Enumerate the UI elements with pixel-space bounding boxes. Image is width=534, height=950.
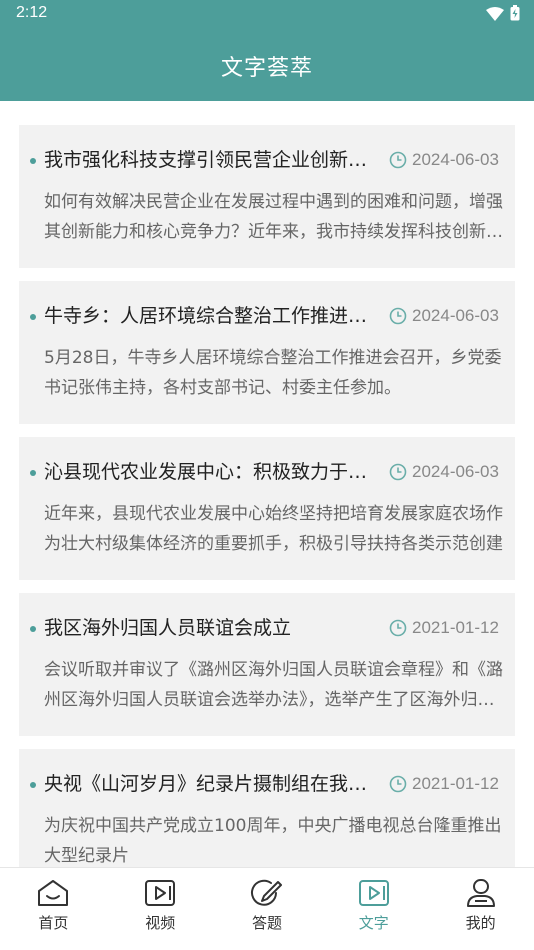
article-date: 2024-06-03 [412,306,499,325]
bullet-dot [30,470,36,476]
article-date: 2021-01-12 [412,774,499,793]
tab-label: 首页 [38,914,69,932]
article-summary: 会议听取并审议了《潞州区海外归国人员联谊会章程》和《潞州区海外归国人员联谊会选举… [44,660,503,710]
tab-label: 视频 [145,914,176,932]
pencil-icon [250,878,284,912]
bullet-dot [30,626,36,632]
clock-icon [389,463,407,485]
tab-home[interactable]: 首页 [0,868,107,950]
tab-text[interactable]: 文字 [320,868,427,950]
article-summary: 近年来，县现代农业发展中心始终坚持把培育发展家庭农场作为壮大村级集体经济的重要抓… [44,504,503,554]
tab-video[interactable]: 视频 [107,868,214,950]
article-summary: 如何有效解决民营企业在发展过程中遇到的困难和问题，增强其创新能力和核心竞争力？近… [44,192,503,242]
page-title: 文字荟萃 [220,56,313,81]
article-summary: 为庆祝中国共产党成立100周年，中央广播电视总台隆重推出大型纪录片 [44,816,502,866]
clock-icon [389,307,407,329]
wifi-icon [486,6,504,25]
article-date: 2024-06-03 [412,150,499,169]
user-icon [464,878,498,912]
article-date: 2021-01-12 [412,618,499,637]
article-card[interactable]: 我区海外归国人员联谊会成立 2021-01-12 会议听取并审议了《潞州区海外归… [19,593,515,736]
article-title: 我区海外归国人员联谊会成立 [44,617,292,639]
video-icon [143,878,177,912]
bottom-tab-bar: 首页 视频 答题 文字 我的 [0,867,534,950]
tab-quiz[interactable]: 答题 [214,868,321,950]
article-title: 牛寺乡：人居环境综合整治工作推进会召开 [44,305,374,327]
home-icon [36,878,70,912]
status-time: 2:12 [16,4,48,21]
app-header: 文字荟萃 [0,28,534,101]
article-date: 2024-06-03 [412,462,499,481]
article-card[interactable]: 牛寺乡：人居环境综合整治工作推进会召开 2024-06-03 5月28日，牛寺乡… [19,281,515,424]
clock-icon [389,775,407,797]
text-play-icon [357,878,391,912]
tab-label: 答题 [251,914,282,932]
status-bar: 2:12 [0,0,534,28]
bullet-dot [30,314,36,320]
clock-icon [389,151,407,173]
article-summary: 5月28日，牛寺乡人居环境综合整治工作推进会召开，乡党委书记张伟主持，各村支部书… [44,348,502,398]
tab-label: 我的 [465,914,496,932]
bullet-dot [30,782,36,788]
tab-profile[interactable]: 我的 [427,868,534,950]
article-title: 我市强化科技支撑引领民营企业创新发展 [44,149,374,171]
bullet-dot [30,158,36,164]
article-title: 央视《山河岁月》纪录片摄制组在我区拍摄 [44,773,374,795]
article-card[interactable]: 央视《山河岁月》纪录片摄制组在我区拍摄 2021-01-12 为庆祝中国共产党成… [19,749,515,867]
battery-icon [510,5,520,25]
status-icons [486,5,520,25]
clock-icon [389,619,407,641]
article-title: 沁县现代农业发展中心：积极致力于家庭农场培育 [44,461,374,483]
article-card[interactable]: 沁县现代农业发展中心：积极致力于家庭农场培育 2024-06-03 近年来，县现… [19,437,515,580]
tab-label: 文字 [358,914,389,932]
article-card[interactable]: 我市强化科技支撑引领民营企业创新发展 2024-06-03 如何有效解决民营企业… [19,125,515,268]
article-list[interactable]: 我市强化科技支撑引领民营企业创新发展 2024-06-03 如何有效解决民营企业… [0,101,534,867]
